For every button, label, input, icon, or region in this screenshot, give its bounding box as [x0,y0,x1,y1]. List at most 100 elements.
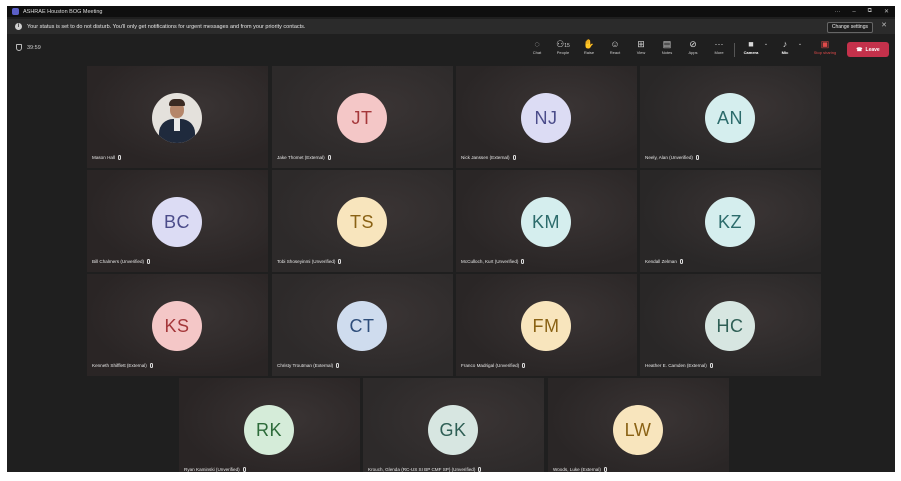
camera-label: Camera [743,50,759,55]
mic-muted-icon [338,259,342,264]
raise-hand-button[interactable]: ✋ Raise [579,39,599,56]
shield-icon [16,44,22,51]
people-label: People [556,50,570,55]
camera-icon: ■ [748,39,754,49]
participant-tile[interactable]: LW Woods, Luke (External) [548,378,729,472]
participant-name-tag: Jake Thomet (External) [277,155,331,160]
participant-tile[interactable]: KZ Kendall Zelman [640,170,821,272]
participant-tile[interactable]: Mason Hall [87,66,268,168]
participant-tile[interactable]: BC Bill Chalmers (Unverified) [87,170,268,272]
chevron-down-icon: ⌄ [797,41,803,47]
participant-name: Mason Hall [92,155,115,160]
view-label: View [636,50,646,55]
teams-app-icon [12,8,19,15]
participant-name-tag: McCulloch, Kurt (Unverified) [461,259,525,264]
mic-icon: ♪ [782,39,788,49]
participant-name-tag: Tobi Shoseyinmi (Unverified) [277,259,342,264]
participant-initials-avatar: LW [613,405,663,455]
participant-initials-avatar: AN [705,93,755,143]
window-title: ASHRAE Houston BOG Meeting [23,8,103,15]
mic-label: Mic [781,50,789,55]
participant-initials-avatar: JT [337,93,387,143]
participant-name-tag: Christy Troutman (External) [277,363,340,368]
participant-tile[interactable]: JT Jake Thomet (External) [272,66,453,168]
notes-button[interactable]: ▤ Notes [657,39,677,56]
photo-shirt [174,119,180,131]
mic-button[interactable]: ♪ Mic [775,39,795,56]
participant-name-tag: Krouch, Glenda (RC-US SI BP CMF SP) (Unv… [368,467,482,472]
people-icon: ⚇15 [556,39,570,49]
participant-initials-avatar: BC [152,197,202,247]
mic-muted-icon [709,363,713,368]
participant-name: Heather E. Camden (External) [645,363,707,368]
participant-tile[interactable]: CT Christy Troutman (External) [272,274,453,376]
close-window-icon[interactable]: ✕ [884,8,889,15]
restore-icon[interactable]: ⧉ [868,8,872,15]
mic-options-button[interactable]: ⌄ [795,39,805,50]
more-button[interactable]: ··· More [709,39,729,56]
participant-photo-avatar [152,93,202,143]
participant-name: Kendall Zelman [645,259,677,264]
participant-name-tag: Heather E. Camden (External) [645,363,713,368]
timer-text: 39:59 [27,44,41,51]
participant-name-tag: Kenneth Shifflett (External) [92,363,153,368]
react-button[interactable]: ☺ React [605,39,625,56]
participant-tile[interactable]: NJ Nick Janssen (External) [456,66,637,168]
participant-name-tag: Bill Chalmers (Unverified) [92,259,151,264]
change-settings-button[interactable]: Change settings [826,22,873,33]
meeting-toolbar: 39:59 ◌ Chat ⚇15 People ✋ Raise ☺ React … [7,35,895,63]
camera-button[interactable]: ■ Camera [741,39,761,56]
mic-muted-icon [242,467,246,472]
participant-name-tag: Ryan Kaminski (Unverified) [184,467,246,472]
participant-tile[interactable]: GK Krouch, Glenda (RC-US SI BP CMF SP) (U… [363,378,544,472]
camera-options-button[interactable]: ⌄ [761,39,771,50]
leave-label: Leave [865,46,880,53]
participant-tile[interactable]: FM Franco Madrigal (Unverified) [456,274,637,376]
raise-label: Raise [583,50,595,55]
chevron-down-icon: ⌄ [763,41,769,47]
participant-tile[interactable]: HC Heather E. Camden (External) [640,274,821,376]
leave-button[interactable]: ☎ Leave [847,42,889,57]
notes-icon: ▤ [662,39,672,49]
mic-muted-icon [512,155,516,160]
stop-sharing-button[interactable]: ▣ Stop sharing [811,39,839,56]
participant-name: Neely, Alan (Unverified) [645,155,693,160]
mic-muted-icon [478,467,482,472]
minimize-icon[interactable]: – [852,9,855,15]
more-window-options-icon[interactable]: ··· [834,9,840,15]
smiley-icon: ☺ [610,39,620,49]
people-button[interactable]: ⚇15 People [553,39,573,56]
participant-initials-avatar: RK [244,405,294,455]
chat-button[interactable]: ◌ Chat [527,39,547,56]
dismiss-banner-icon[interactable]: ✕ [881,21,887,29]
participant-tile[interactable]: RK Ryan Kaminski (Unverified) [179,378,360,472]
participant-tile[interactable]: TS Tobi Shoseyinmi (Unverified) [272,170,453,272]
chat-icon: ◌ [534,39,540,49]
apps-button[interactable]: ⊘ Apps [683,39,703,56]
share-screen-icon: ▣ [820,39,830,49]
participant-tile[interactable]: AN Neely, Alan (Unverified) [640,66,821,168]
participant-name-tag: Mason Hall [92,155,121,160]
participant-name: Tobi Shoseyinmi (Unverified) [277,259,336,264]
meeting-timer: 39:59 [16,44,41,51]
stop-sharing-label: Stop sharing [813,50,837,55]
more-dots-icon: ··· [714,39,724,49]
participant-grid: Mason Hall JT Jake Thomet (External) NJ Nick… [7,64,895,472]
mic-muted-icon [336,363,340,368]
mic-muted-icon [679,259,683,264]
participant-tile[interactable]: KS Kenneth Shifflett (External) [87,274,268,376]
more-label: More [714,50,724,55]
mic-muted-icon [695,155,699,160]
participant-name: Franco Madrigal (Unverified) [461,363,520,368]
mic-muted-icon [521,259,525,264]
participant-name-tag: Franco Madrigal (Unverified) [461,363,526,368]
mic-muted-icon [603,467,607,472]
banner-message: Your status is set to do not disturb. Yo… [27,23,306,30]
participant-initials-avatar: CT [337,301,387,351]
apps-icon: ⊘ [689,39,697,49]
view-button[interactable]: ⊞ View [631,39,651,56]
participant-tile[interactable]: KM McCulloch, Kurt (Unverified) [456,170,637,272]
react-label: React [609,50,621,55]
participant-initials-avatar: KS [152,301,202,351]
participant-name-tag: Kendall Zelman [645,259,683,264]
